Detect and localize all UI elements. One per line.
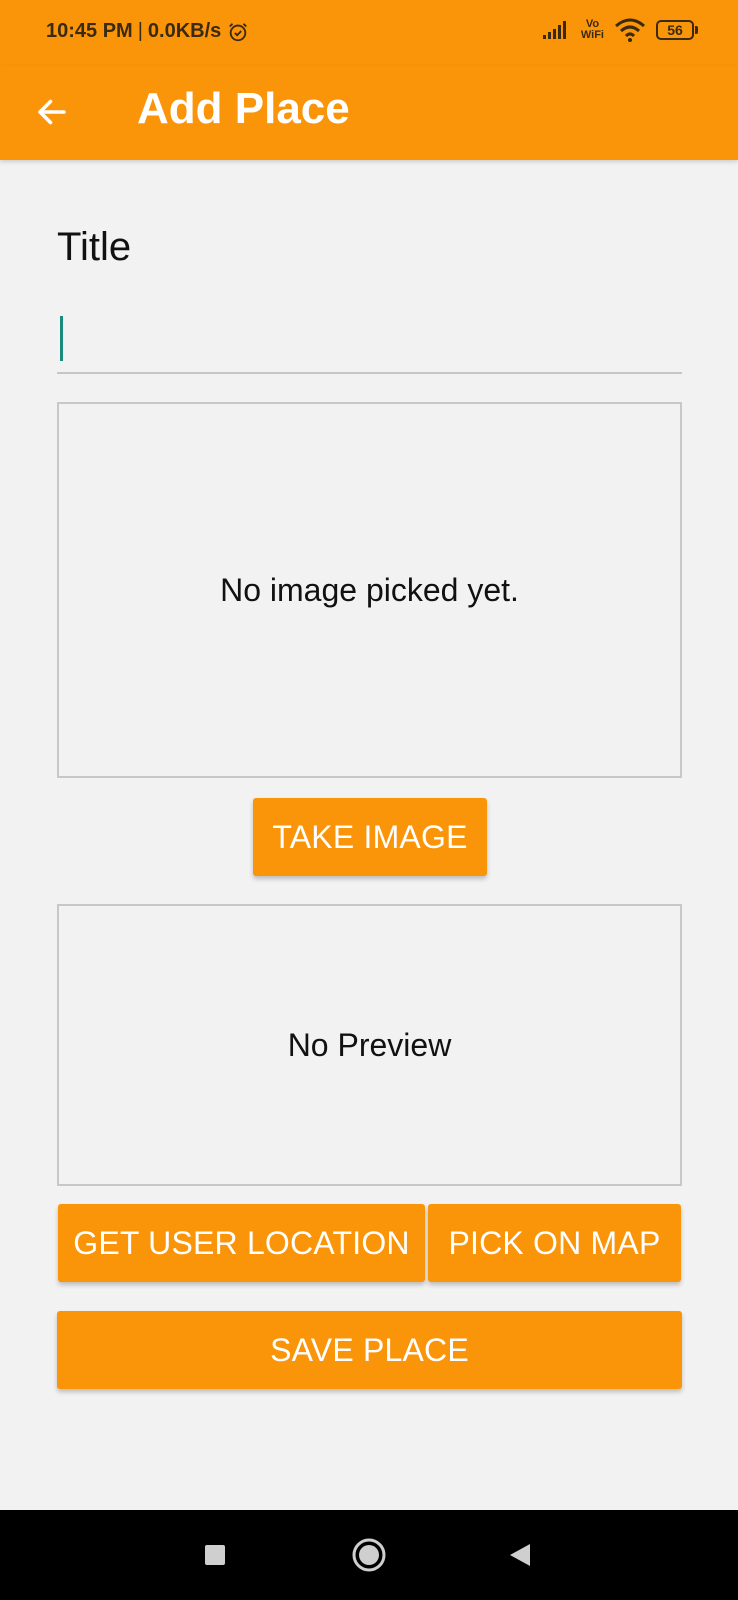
home-button[interactable] (344, 1530, 394, 1580)
battery-icon: 56 (656, 20, 698, 40)
location-preview-box: No Preview (57, 904, 682, 1186)
system-nav-bar (0, 1510, 738, 1600)
title-input[interactable] (57, 300, 694, 372)
status-bar: 10:45 PM | 0.0KB/s Vo WiFi 56 (0, 0, 738, 66)
home-icon (352, 1538, 386, 1572)
save-place-button[interactable]: SAVE PLACE (57, 1311, 682, 1389)
battery-level: 56 (656, 20, 694, 40)
status-separator: | (137, 20, 143, 42)
network-speed: 0.0KB/s (147, 20, 222, 42)
image-preview-box: No image picked yet. (57, 402, 682, 778)
status-right: Vo WiFi 56 (542, 18, 698, 42)
get-user-location-button[interactable]: GET USER LOCATION (58, 1204, 425, 1282)
status-time: 10:45 PM (46, 20, 133, 42)
app-bar: Add Place (0, 66, 738, 160)
recents-icon (205, 1545, 225, 1565)
battery-tip (695, 26, 698, 34)
back-button[interactable] (28, 88, 76, 136)
signal-icon (542, 21, 566, 39)
pick-on-map-button[interactable]: PICK ON MAP (428, 1204, 681, 1282)
take-image-button[interactable]: TAKE IMAGE (253, 798, 487, 876)
back-icon (510, 1544, 530, 1566)
title-field[interactable] (57, 300, 694, 374)
text-caret (60, 316, 63, 361)
wifi-icon (615, 18, 645, 42)
vowifi-indicator: Vo WiFi (581, 19, 604, 41)
nav-back-button[interactable] (495, 1530, 545, 1580)
vowifi-bottom: WiFi (580, 29, 604, 41)
image-placeholder-text: No image picked yet. (220, 571, 519, 608)
page-title: Add Place (137, 84, 350, 133)
location-placeholder-text: No Preview (287, 1026, 452, 1063)
alarm-icon (229, 22, 248, 41)
status-left: 10:45 PM | 0.0KB/s (46, 20, 249, 43)
arrow-left-icon (38, 99, 66, 125)
title-label: Title (57, 225, 132, 269)
recents-button[interactable] (190, 1530, 240, 1580)
